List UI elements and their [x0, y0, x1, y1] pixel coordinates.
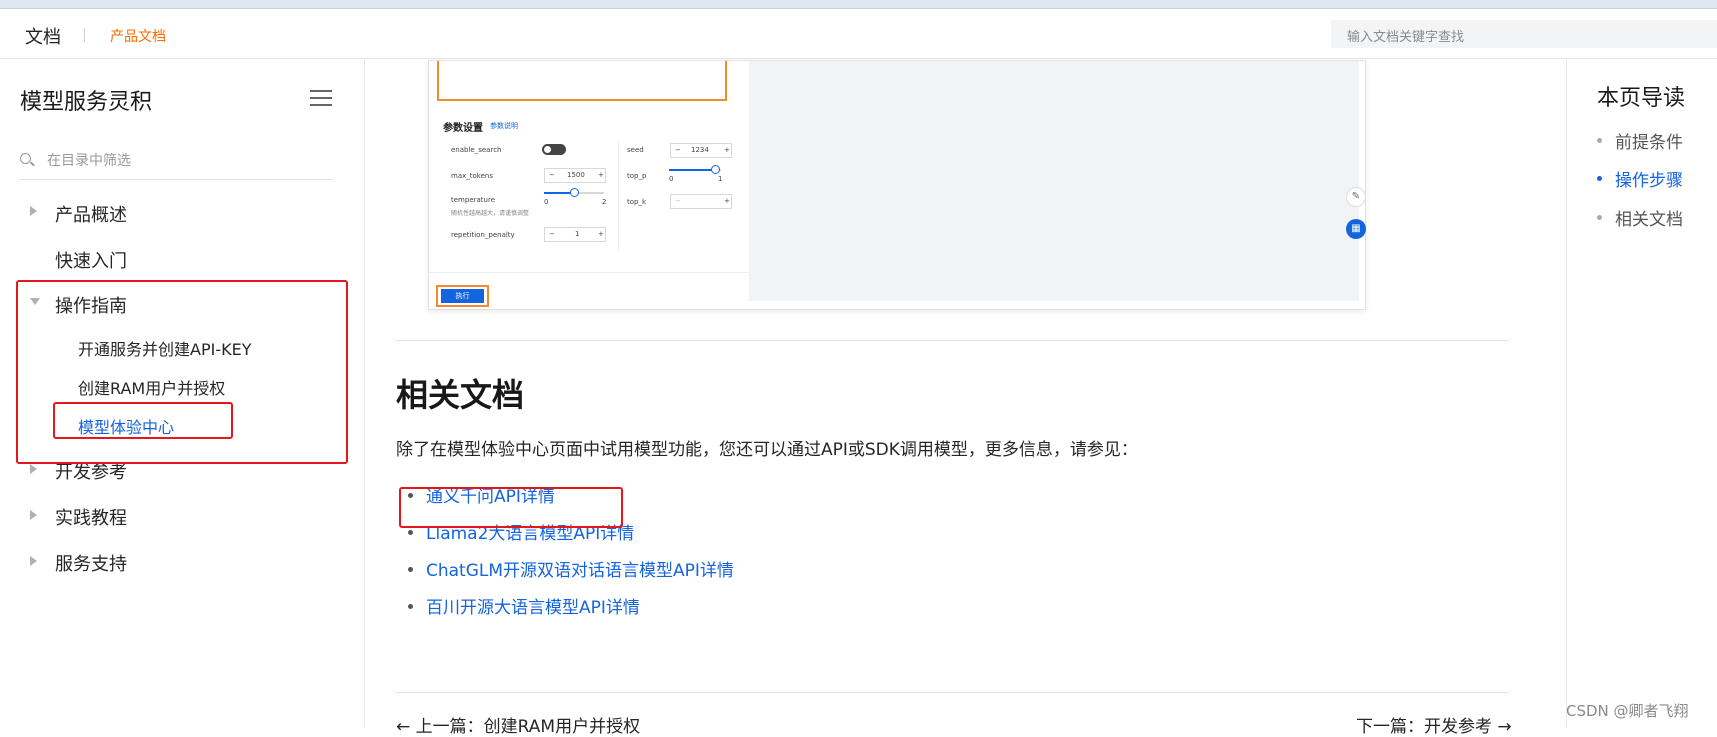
embedded-console-screenshot: 参数设置 参数说明 enable_search seed −1234 + max_…: [428, 60, 1366, 310]
top-k-stepper: − +: [670, 194, 732, 209]
max-tokens-stepper: −1500 +: [544, 168, 606, 183]
docs-brand-link[interactable]: 文档: [25, 23, 61, 49]
edit-icon: ✎: [1346, 187, 1366, 207]
stepper-value: 1: [575, 230, 580, 238]
param-label: enable_search: [451, 146, 502, 154]
arrow-right-icon: →: [1492, 717, 1512, 737]
hamburger-menu-icon[interactable]: [310, 90, 332, 108]
sidebar-title: 模型服务灵积: [20, 90, 153, 115]
sidebar-item-quick-start[interactable]: 快速入门: [55, 247, 127, 273]
main-content: 参数设置 参数说明 enable_search seed −1234 + max_…: [366, 60, 1566, 737]
browser-top-strip: [0, 0, 1717, 9]
stepper-value: 1500: [567, 171, 585, 179]
prev-page-label: 上一篇：创建RAM用户并授权: [415, 717, 641, 737]
slider-min: 0: [669, 175, 674, 183]
toc-filter-input[interactable]: 在目录中筛选: [20, 144, 334, 180]
header-separator: [84, 28, 85, 42]
run-button: 执行: [441, 289, 484, 303]
annotation-box-qwen-link: [399, 487, 623, 528]
toc-item-label: 前提条件: [1615, 133, 1683, 153]
param-label: top_k: [627, 198, 647, 206]
param-section-title: 参数设置: [443, 123, 483, 134]
breadcrumb-product-docs[interactable]: 产品文档: [110, 26, 166, 46]
param-label: temperature: [451, 196, 495, 204]
related-docs-heading: 相关文档: [396, 376, 525, 414]
section-divider: [396, 340, 1508, 341]
param-label: top_p: [627, 172, 647, 180]
param-label: repetition_penalty: [451, 231, 515, 239]
toc-item-label: 相关文档: [1615, 210, 1683, 230]
top-p-slider: [669, 165, 721, 174]
expand-arrow-icon[interactable]: [30, 206, 37, 216]
expand-arrow-icon[interactable]: [30, 556, 37, 566]
bullet: [408, 604, 413, 609]
toc-item-label: 操作步骤: [1615, 171, 1683, 191]
top-header: 文档 产品文档 输入文档关键字查找: [0, 9, 1717, 59]
intro-paragraph: 除了在模型体验中心页面中试用模型功能，您还可以通过API或SDK调用模型，更多信…: [396, 440, 1138, 460]
param-help-link: 参数说明: [490, 122, 518, 130]
sidebar: 模型服务灵积 在目录中筛选 产品概述 快速入门 操作指南 开通服务并创建API-…: [0, 60, 365, 728]
stepper-value: 1234: [691, 146, 709, 154]
sidebar-item-product-overview[interactable]: 产品概述: [55, 201, 127, 227]
sidebar-item-support[interactable]: 服务支持: [55, 550, 127, 576]
doc-search-input[interactable]: 输入文档关键字查找: [1331, 20, 1717, 48]
sidebar-item-tutorials[interactable]: 实践教程: [55, 504, 127, 530]
annotation-box-experience: [53, 402, 233, 439]
output-panel: [749, 61, 1359, 301]
link-baichuan-api[interactable]: 百川开源大语言模型API详情: [426, 593, 640, 618]
link-chatglm-api[interactable]: ChatGLM开源双语对话语言模型API详情: [426, 556, 734, 581]
toc-title: 本页导读: [1597, 86, 1686, 111]
param-label: max_tokens: [451, 172, 493, 180]
slider-min: 0: [544, 198, 549, 206]
seed-stepper: −1234 +: [670, 143, 732, 158]
expand-arrow-icon[interactable]: [30, 510, 37, 520]
bullet: [408, 567, 413, 572]
prev-page-link[interactable]: ← 上一篇：创建RAM用户并授权: [396, 712, 640, 737]
bullet: [408, 530, 413, 535]
slider-max: 1: [718, 175, 723, 183]
enable-search-toggle: [542, 144, 566, 155]
next-page-link[interactable]: 下一篇：开发参考 →: [1356, 712, 1512, 737]
search-icon: [20, 153, 31, 164]
search-placeholder: 输入文档关键字查找: [1347, 30, 1465, 45]
highlight-frame: [437, 61, 727, 101]
next-page-label: 下一篇：开发参考: [1356, 717, 1492, 737]
slider-max: 2: [602, 198, 607, 206]
temperature-slider: [544, 188, 604, 197]
expand-arrow-icon[interactable]: [30, 464, 37, 474]
param-hint: 随机性越高越大，请谨慎调整: [451, 210, 530, 217]
footer-divider: [396, 692, 1508, 693]
param-label: seed: [627, 146, 644, 154]
page-toc: 本页导读 前提条件 操作步骤 相关文档: [1566, 60, 1717, 728]
watermark: CSDN @卿者飞翔: [1566, 702, 1689, 720]
grid-icon: ▦: [1346, 219, 1366, 239]
arrow-left-icon: ←: [396, 717, 416, 737]
filter-placeholder: 在目录中筛选: [47, 153, 131, 169]
repetition-penalty-stepper: −1 +: [544, 227, 606, 242]
